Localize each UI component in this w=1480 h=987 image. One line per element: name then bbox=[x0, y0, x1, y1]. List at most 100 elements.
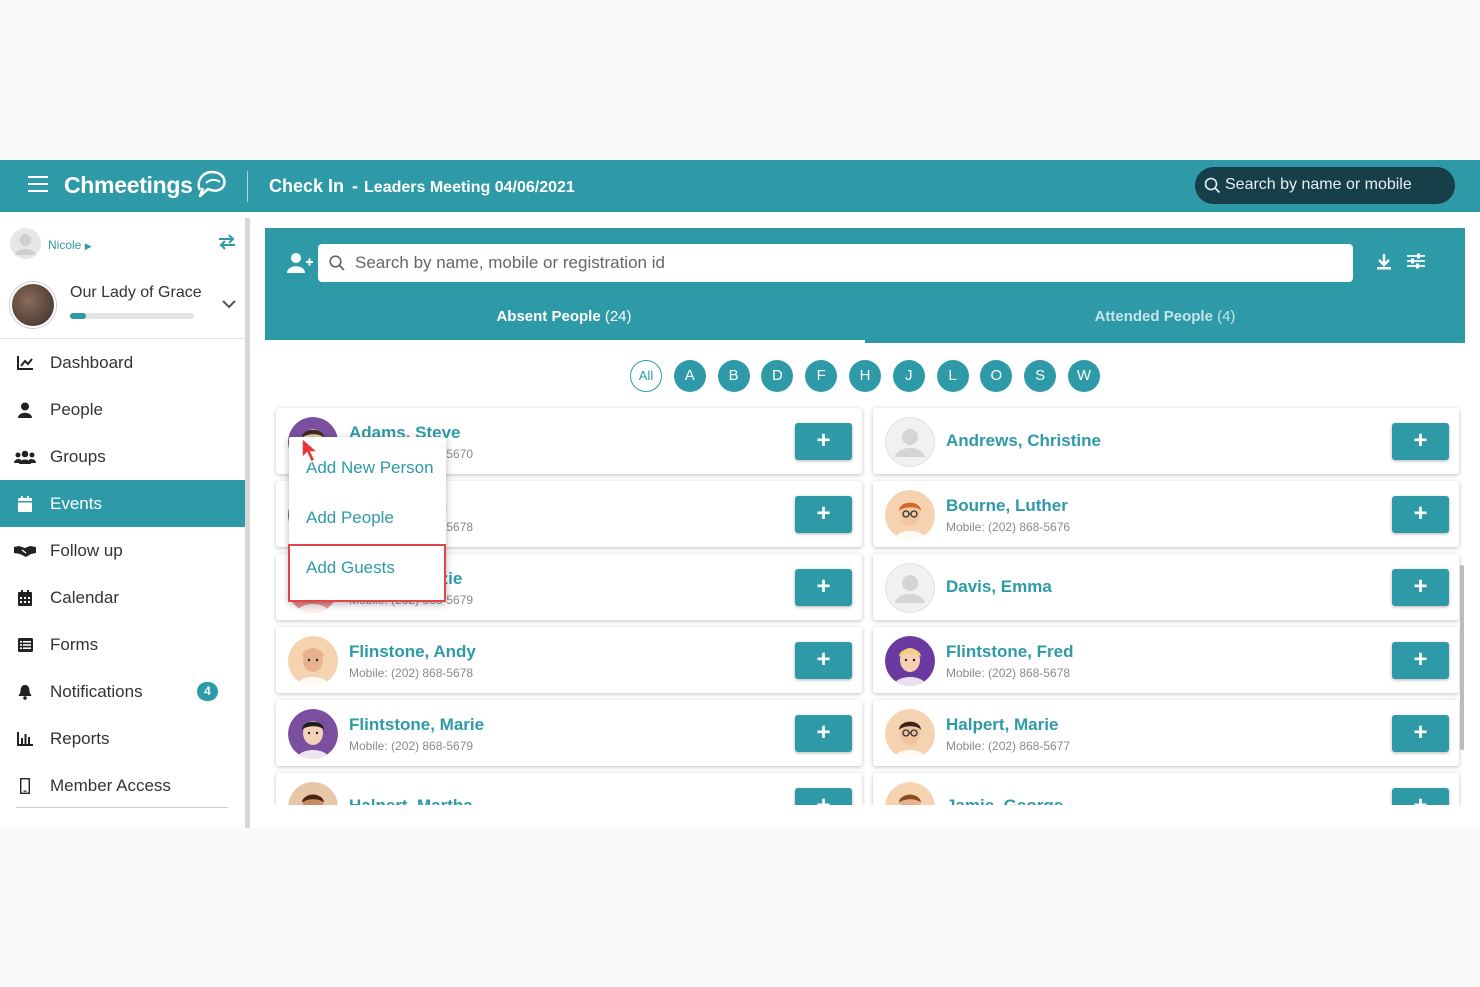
sidebar-bottom-divider bbox=[16, 807, 228, 808]
sidebar-item-forms[interactable]: Forms bbox=[0, 621, 245, 668]
menu-item-add-people[interactable]: Add People bbox=[306, 508, 394, 528]
sidebar-item-member-access[interactable]: Member Access bbox=[0, 762, 245, 809]
letter-filter: All A B D F H J L O S W bbox=[630, 360, 1112, 392]
check-in-button[interactable]: + bbox=[1392, 423, 1449, 460]
person-card[interactable]: Halpert, Martha + bbox=[276, 773, 862, 805]
handshake-icon bbox=[0, 544, 50, 558]
app-window: Chmeetings Check In - Leaders Meeting 04/0… bbox=[0, 160, 1480, 828]
person-name[interactable]: Andrews, Christine bbox=[946, 431, 1101, 451]
sidebar-item-events[interactable]: Events bbox=[0, 480, 245, 527]
check-in-button[interactable]: + bbox=[1392, 642, 1449, 679]
search-icon bbox=[329, 255, 345, 271]
letter-filter-all[interactable]: All bbox=[630, 360, 662, 392]
person-name[interactable]: Flintstone, Marie bbox=[349, 715, 484, 735]
sidebar-scrollbar[interactable] bbox=[245, 218, 250, 828]
calendar-grid-icon bbox=[0, 589, 50, 606]
brand-name: Chmeetings bbox=[64, 172, 193, 198]
sidebar-item-label: Events bbox=[50, 493, 102, 513]
person-name[interactable]: Jamie, George bbox=[946, 796, 1063, 805]
check-in-button[interactable]: + bbox=[795, 423, 852, 460]
church-progress-fill bbox=[70, 313, 87, 319]
sidebar-item-follow-up[interactable]: Follow up bbox=[0, 527, 245, 574]
letter-filter-d[interactable]: D bbox=[761, 360, 794, 392]
tab-absent-people[interactable]: Absent People (24) bbox=[265, 304, 865, 343]
person-name[interactable]: Bourne, Luther bbox=[946, 496, 1068, 516]
tab-attended-people[interactable]: Attended People (4) bbox=[865, 304, 1465, 343]
chevron-down-icon[interactable] bbox=[222, 300, 236, 309]
sidebar-nav: Dashboard People Groups Events Follow up… bbox=[0, 339, 245, 809]
sidebar-item-people[interactable]: People bbox=[0, 386, 245, 433]
notification-badge: 4 bbox=[197, 682, 218, 701]
check-in-button[interactable]: + bbox=[795, 496, 852, 533]
person-name[interactable]: Flinstone, Andy bbox=[349, 642, 476, 662]
user-avatar bbox=[10, 228, 41, 259]
highlight-box bbox=[288, 544, 446, 602]
person-card[interactable]: Bourne, Luther Mobile: (202) 868-5676 + bbox=[873, 481, 1459, 547]
check-in-button[interactable]: + bbox=[795, 642, 852, 679]
calendar-icon bbox=[0, 495, 50, 512]
person-avatar bbox=[885, 709, 935, 759]
person-icon bbox=[0, 402, 50, 418]
person-mobile: Mobile: (202) 868-5676 bbox=[946, 520, 1071, 534]
user-name-text: Nicole bbox=[48, 238, 82, 252]
person-avatar bbox=[885, 490, 935, 540]
person-name[interactable]: Halpert, Martha bbox=[349, 796, 473, 805]
sidebar-item-notifications[interactable]: Notifications 4 bbox=[0, 668, 245, 715]
person-name[interactable]: Davis, Emma bbox=[946, 577, 1052, 597]
person-mobile: Mobile: (202) 868-5678 bbox=[946, 666, 1071, 680]
sidebar-item-label: Groups bbox=[50, 446, 106, 466]
user-name[interactable]: Nicole ▶ bbox=[48, 238, 92, 252]
letter-filter-w[interactable]: W bbox=[1067, 360, 1100, 392]
letter-filter-b[interactable]: B bbox=[717, 360, 750, 392]
sidebar-item-calendar[interactable]: Calendar bbox=[0, 574, 245, 621]
sidebar-item-dashboard[interactable]: Dashboard bbox=[0, 339, 245, 386]
check-in-button[interactable]: + bbox=[1392, 788, 1449, 805]
sidebar-item-reports[interactable]: Reports bbox=[0, 715, 245, 762]
letter-filter-a[interactable]: A bbox=[673, 360, 706, 392]
bell-icon bbox=[0, 684, 50, 700]
letter-filter-j[interactable]: J bbox=[892, 360, 925, 392]
person-card[interactable]: Jamie, George + bbox=[873, 773, 1459, 805]
letter-filter-l[interactable]: L bbox=[936, 360, 969, 392]
check-in-button[interactable]: + bbox=[795, 569, 852, 606]
person-card[interactable]: Flinstone, Andy Mobile: (202) 868-5678 + bbox=[276, 627, 862, 693]
switch-icon[interactable] bbox=[218, 234, 236, 250]
person-card[interactable]: Flintstone, Marie Mobile: (202) 868-5679 + bbox=[276, 700, 862, 766]
filter-sliders-icon[interactable] bbox=[1407, 253, 1425, 269]
check-in-button[interactable]: + bbox=[795, 715, 852, 752]
tab-attended-text: Attended People (4) bbox=[865, 308, 1465, 325]
sidebar-item-groups[interactable]: Groups bbox=[0, 433, 245, 480]
attendee-search-input[interactable]: Search by name, mobile or registration i… bbox=[318, 244, 1353, 282]
tab-absent-label: Absent People bbox=[496, 308, 601, 325]
check-in-button[interactable]: + bbox=[1392, 496, 1449, 533]
title-divider bbox=[247, 171, 248, 202]
letter-filter-s[interactable]: S bbox=[1024, 360, 1057, 392]
person-card[interactable]: Halpert, Marie Mobile: (202) 868-5677 + bbox=[873, 700, 1459, 766]
hamburger-menu-icon[interactable] bbox=[28, 176, 48, 194]
person-card[interactable]: Flintstone, Fred Mobile: (202) 868-5678 + bbox=[873, 627, 1459, 693]
person-card[interactable]: Andrews, Christine + bbox=[873, 408, 1459, 474]
person-avatar bbox=[885, 636, 935, 686]
person-name[interactable]: Halpert, Marie bbox=[946, 715, 1058, 735]
letter-filter-o[interactable]: O bbox=[980, 360, 1013, 392]
tab-attended-count: (4) bbox=[1217, 308, 1236, 325]
church-name: Our Lady of Grace bbox=[70, 284, 202, 301]
bar-chart-icon bbox=[0, 731, 50, 746]
letter-filter-h[interactable]: H bbox=[848, 360, 881, 392]
church-selector[interactable]: Our Lady of Grace bbox=[10, 282, 240, 336]
tab-absent-text: Absent People (24) bbox=[264, 308, 864, 325]
global-search-input[interactable]: Search by name or mobile bbox=[1195, 167, 1455, 204]
user-row[interactable]: Nicole ▶ bbox=[10, 228, 240, 262]
add-person-icon[interactable] bbox=[287, 252, 313, 274]
check-in-button[interactable]: + bbox=[1392, 569, 1449, 606]
tab-absent-count: (24) bbox=[604, 308, 632, 325]
list-scrollbar[interactable] bbox=[1460, 565, 1464, 750]
sidebar-item-label: Reports bbox=[50, 728, 110, 748]
mouse-cursor-icon bbox=[301, 436, 320, 464]
check-in-button[interactable]: + bbox=[795, 788, 852, 805]
check-in-button[interactable]: + bbox=[1392, 715, 1449, 752]
letter-filter-f[interactable]: F bbox=[805, 360, 838, 392]
person-name[interactable]: Flintstone, Fred bbox=[946, 642, 1074, 662]
download-icon[interactable] bbox=[1377, 254, 1391, 270]
person-card[interactable]: Davis, Emma + bbox=[873, 554, 1459, 620]
